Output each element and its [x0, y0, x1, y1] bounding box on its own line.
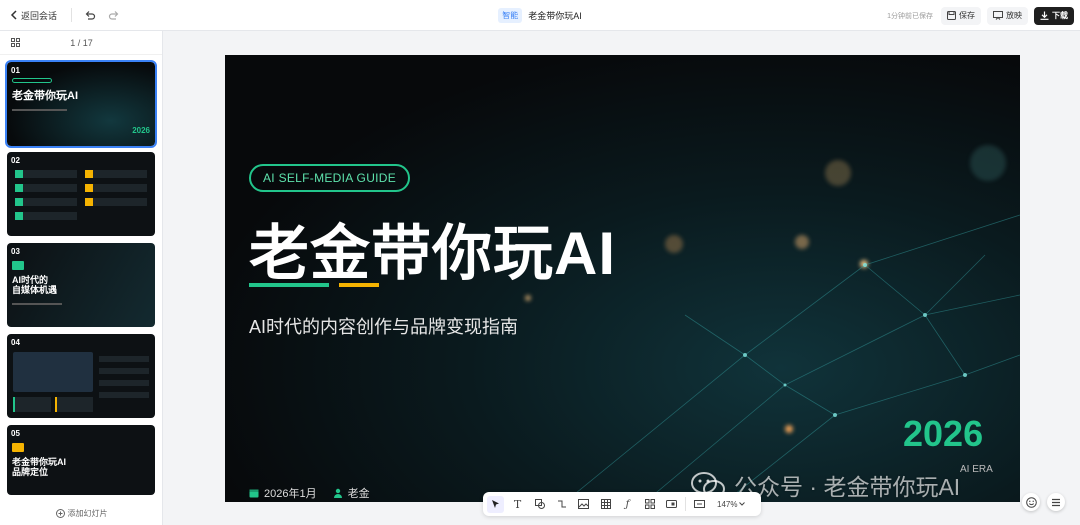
present-label: 放映: [1006, 11, 1022, 20]
formula-tool[interactable]: ƒ: [619, 496, 636, 513]
undo-icon[interactable]: [84, 9, 96, 21]
image-tool[interactable]: [575, 496, 592, 513]
chevron-down-icon: [739, 502, 746, 506]
user-icon: [333, 488, 342, 498]
smiley-icon: [1025, 496, 1037, 508]
slide-tag: AI SELF-MEDIA GUIDE: [249, 164, 411, 192]
thumbnail-subtitle-line: [12, 303, 62, 305]
fit-screen-icon: [694, 500, 705, 508]
accent-bar-yellow: [339, 283, 379, 287]
thumbnail-list-left: [15, 170, 77, 230]
hamburger-icon: [1052, 498, 1060, 506]
download-button[interactable]: 下载: [1034, 6, 1074, 25]
slide-canvas: AI SELF-MEDIA GUIDE 老金带你玩AI AI时代的内容创作与品牌…: [163, 31, 1080, 525]
thumbnail-title: AI时代的 自媒体机遇: [12, 275, 58, 295]
sidebar-header: 1 / 17: [0, 31, 162, 55]
download-label: 下载: [1052, 11, 1068, 20]
save-icon: [947, 11, 956, 20]
thumbnail-number: 03: [11, 247, 20, 256]
text-tool[interactable]: T: [509, 496, 526, 513]
slide-author: 老金: [347, 488, 370, 500]
chevron-left-icon: [10, 10, 18, 20]
slide-thumbnail-3[interactable]: 03 AI时代的 自媒体机遇: [7, 243, 155, 327]
slide-sidebar: 1 / 17 01 老金带你玩AI 2026 02 03 AI时代的 自媒体机遇…: [0, 31, 163, 525]
shapes-icon: [534, 499, 545, 509]
present-button[interactable]: 放映: [987, 6, 1028, 25]
thumbnail-stat: [13, 397, 51, 412]
save-label: 保存: [959, 11, 975, 20]
slide-subtitle: AI时代的内容创作与品牌变现指南: [249, 317, 519, 337]
save-button[interactable]: 保存: [941, 6, 981, 25]
top-bar: 返回会话 智能 老金带你玩AI 1分钟前已保存 保存 放映 下载: [0, 0, 1080, 31]
thumbnail-number: 01: [11, 66, 20, 75]
slide-thumbnail-5[interactable]: 05 老金带你玩AI 品牌定位: [7, 425, 155, 495]
date-field: 2026年1月: [249, 485, 317, 501]
slide-thumbnail-4[interactable]: 04: [7, 334, 155, 418]
select-tool[interactable]: [487, 495, 504, 513]
media-icon: [666, 500, 677, 508]
page-count: 1 / 17: [70, 37, 93, 48]
thumbnail-list-right: [85, 170, 147, 218]
slide-title: 老金带你玩AI: [249, 220, 616, 287]
thumbnail-number: 05: [11, 429, 20, 438]
plus-circle-icon: [55, 509, 65, 518]
current-slide[interactable]: AI SELF-MEDIA GUIDE 老金带你玩AI AI时代的内容创作与品牌…: [225, 55, 1020, 502]
thumbnail-tag: [12, 443, 24, 452]
slide-meta: 2026年1月 老金: [249, 485, 370, 501]
image-icon: [578, 499, 589, 509]
document-title: 老金带你玩AI: [528, 11, 582, 21]
accent-bar-green: [249, 283, 329, 287]
redo-icon[interactable]: [108, 9, 120, 21]
table-tool[interactable]: [597, 496, 614, 513]
thumbnail-stat: [55, 397, 93, 412]
thumbnail-pill: [12, 78, 52, 83]
slide-thumbnail-1[interactable]: 01 老金带你玩AI 2026: [5, 60, 157, 148]
thumbnail-number: 04: [11, 338, 20, 347]
presentation-icon: [993, 11, 1003, 20]
thumbnail-chart: [13, 352, 93, 392]
back-button[interactable]: 返回会话: [10, 9, 57, 22]
thumbnail-title: 老金带你玩AI 品牌定位: [12, 457, 67, 477]
thumbnail-title: 老金带你玩AI: [12, 90, 78, 102]
zoom-level: 147%: [717, 499, 738, 509]
menu-button[interactable]: [1047, 493, 1065, 511]
grid-icon: [644, 499, 655, 509]
slide-date: 2026年1月: [264, 488, 317, 500]
grid-view-icon[interactable]: [11, 38, 20, 47]
emoji-button[interactable]: [1022, 493, 1040, 511]
components-tool[interactable]: [641, 496, 658, 513]
connector-tool[interactable]: [553, 496, 570, 513]
save-status: 1分钟前已保存: [887, 12, 933, 20]
add-slide-button[interactable]: 添加幻灯片: [0, 508, 163, 519]
zoom-dropdown[interactable]: 147%: [717, 499, 746, 509]
fit-view-tool[interactable]: [691, 496, 708, 513]
shape-tool[interactable]: [531, 496, 548, 513]
smart-badge: 智能: [498, 8, 523, 23]
text-icon: T: [513, 497, 522, 511]
slide-year: 2026: [903, 413, 984, 454]
divider: [685, 497, 686, 511]
slide-thumbnail-2[interactable]: 02: [7, 152, 155, 236]
download-icon: [1040, 11, 1049, 20]
back-label: 返回会话: [21, 10, 58, 21]
add-slide-label: 添加幻灯片: [67, 509, 108, 518]
cursor-icon: [491, 500, 499, 508]
thumbnail-tag: [12, 261, 24, 270]
function-icon: ƒ: [625, 498, 630, 510]
divider: [71, 8, 73, 22]
year-caption: AI ERA: [960, 464, 993, 475]
author-field: 老金: [333, 485, 370, 501]
thumbnail-list: [99, 356, 149, 408]
table-icon: [600, 499, 611, 509]
thumbnail-number: 02: [11, 156, 20, 165]
media-tool[interactable]: [663, 496, 680, 513]
calendar-icon: [249, 489, 259, 498]
thumbnail-subtitle-line: [12, 109, 67, 111]
connector-icon: [557, 500, 566, 508]
editor-toolbar: T ƒ 147%: [483, 492, 761, 516]
thumbnail-year: 2026: [132, 126, 150, 135]
